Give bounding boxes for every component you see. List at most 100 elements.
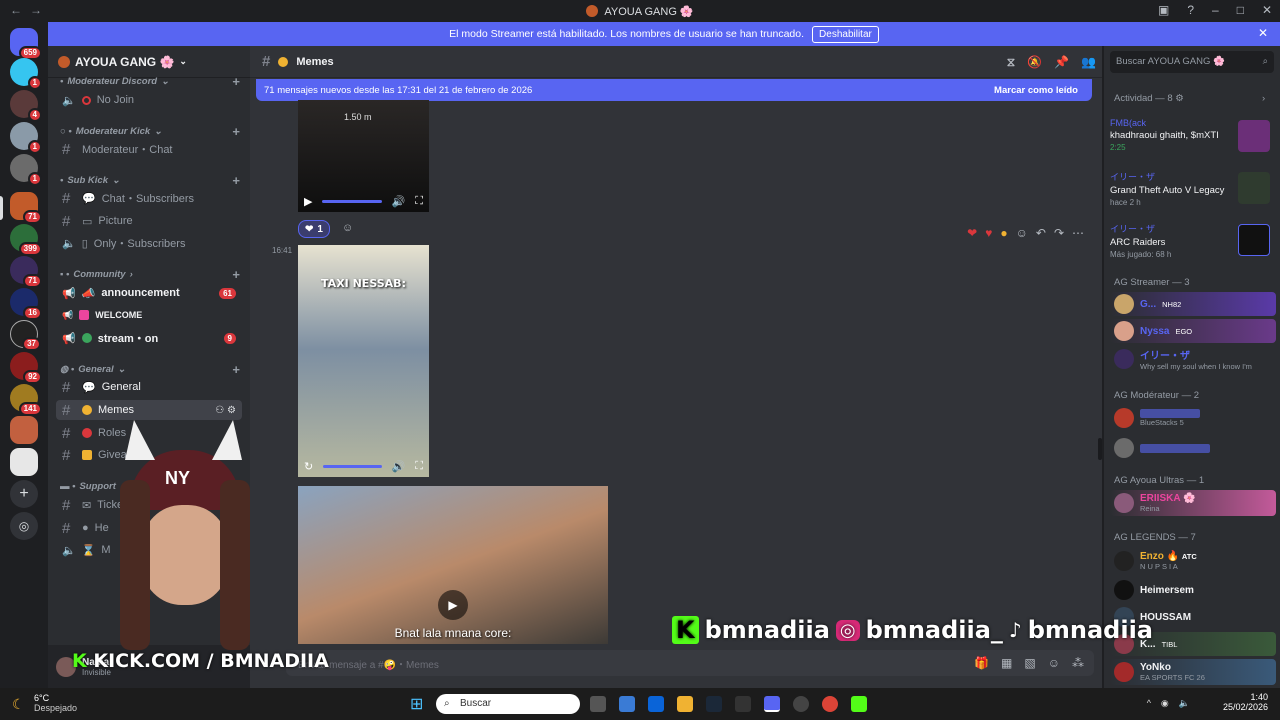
server-header[interactable]: AYOUA GANG 🌸 ⌄ ⚇: [48, 46, 287, 78]
mark-as-read-button[interactable]: Marcar como leído: [994, 85, 1078, 96]
notification-bell-icon[interactable]: 🔕: [1027, 55, 1042, 70]
reply-icon[interactable]: ↶: [1036, 226, 1046, 240]
volume-icon[interactable]: 🔊: [392, 195, 406, 208]
direct-messages-icon[interactable]: 659: [10, 28, 42, 60]
apps-icon[interactable]: ⁂: [1072, 656, 1084, 670]
volume-slider[interactable]: [322, 199, 382, 203]
volume-icon[interactable]: 🔊: [392, 460, 406, 473]
member-item[interactable]: BlueStacks 5: [1110, 405, 1276, 431]
server-search-input[interactable]: Buscar AYOUA GANG 🌸 ⌕: [1110, 51, 1274, 73]
volume-slider[interactable]: [323, 464, 382, 468]
add-channel-icon[interactable]: +: [232, 267, 240, 282]
fullscreen-icon[interactable]: ⛶: [415, 195, 423, 208]
chevron-right-icon[interactable]: ›: [1262, 93, 1265, 104]
threads-icon[interactable]: ⧖: [1007, 55, 1015, 70]
member-list-icon[interactable]: 👥: [1081, 55, 1096, 70]
channel-settings-icon[interactable]: ⚇ ⚙: [215, 405, 236, 416]
server-icon-11[interactable]: 141: [10, 384, 42, 416]
channel-welcome[interactable]: 📢 WELCOME: [56, 305, 242, 325]
member-item[interactable]: Heimersem: [1110, 578, 1276, 602]
server-icon-6[interactable]: 399: [10, 224, 42, 256]
channel-moderateur-chat[interactable]: # Moderateur・Chat: [56, 139, 242, 159]
forward-icon[interactable]: ↷: [1054, 226, 1064, 240]
add-channel-icon[interactable]: +: [232, 74, 240, 89]
channel-picture[interactable]: # ▭ Picture: [56, 211, 242, 231]
video-attachment-2[interactable]: TAXI NESSAB: ↻ 🔊 ⛶: [298, 245, 429, 477]
obs-icon[interactable]: [793, 696, 809, 712]
channel-announcement[interactable]: 📢 📣 announcement 61: [56, 283, 242, 303]
category-community[interactable]: ▪ • Community › +: [60, 267, 240, 282]
activity-card[interactable]: イリー・ザ Grand Theft Auto V Legacy hace 2 h: [1110, 170, 1274, 216]
add-reaction-icon[interactable]: ☺: [1016, 226, 1028, 240]
member-item[interactable]: G... NH82: [1110, 292, 1276, 316]
banner-close-icon[interactable]: ✕: [1258, 26, 1268, 40]
server-icon-4[interactable]: 1: [10, 154, 42, 186]
heart-emoji-icon[interactable]: ❤: [967, 226, 977, 240]
server-icon-9[interactable]: 37: [10, 320, 41, 351]
member-item[interactable]: Enzo 🔥 ATC N U P S I A: [1110, 548, 1276, 574]
live-server-icon[interactable]: [10, 448, 38, 476]
weather-widget[interactable]: 6°C Despejado: [34, 693, 77, 713]
member-item[interactable]: Nyssa EGO: [1110, 319, 1276, 343]
inbox-icon[interactable]: ▣: [1158, 3, 1169, 17]
file-explorer-icon[interactable]: [677, 696, 693, 712]
disable-streamer-button[interactable]: Deshabilitar: [812, 25, 879, 43]
play-icon[interactable]: ▶: [438, 590, 468, 620]
heart-emoji-icon[interactable]: ♥: [985, 226, 992, 240]
channel-stream-on[interactable]: 📢 stream・on 9: [56, 328, 242, 348]
store-icon[interactable]: [619, 696, 635, 712]
start-icon[interactable]: ⊞: [410, 694, 423, 714]
kick-app-icon[interactable]: [851, 696, 867, 712]
channel-memes[interactable]: # Memes ⚇ ⚙: [56, 400, 242, 420]
play-icon[interactable]: ▶: [304, 195, 312, 208]
server-icon-ayoua[interactable]: 71: [10, 192, 42, 224]
add-channel-icon[interactable]: +: [232, 362, 240, 377]
discover-icon[interactable]: ◎: [10, 512, 38, 540]
category-general[interactable]: ◍ • General ⌄ +: [60, 362, 240, 377]
maximize-button[interactable]: □: [1237, 3, 1244, 17]
laugh-emoji-icon[interactable]: ●: [1000, 226, 1007, 240]
reaction-pill[interactable]: ❤ 1: [298, 220, 330, 238]
fullscreen-icon[interactable]: ⛶: [415, 460, 423, 473]
category-mod-discord[interactable]: • Moderateur Discord ⌄ +: [60, 74, 240, 89]
sticker-icon[interactable]: ▧: [1024, 656, 1035, 670]
task-view-icon[interactable]: [590, 696, 606, 712]
help-icon[interactable]: ?: [1187, 3, 1194, 17]
weather-icon[interactable]: ☾: [12, 696, 25, 713]
add-channel-icon[interactable]: +: [232, 173, 240, 188]
member-item[interactable]: ERIISKA 🌸 Reina: [1110, 490, 1276, 516]
member-item[interactable]: イリー・ザ Why sell my soul when I know I'm: [1110, 346, 1276, 372]
server-icon-10[interactable]: 92: [10, 352, 42, 384]
pin-icon[interactable]: 📌: [1054, 55, 1069, 70]
replay-icon[interactable]: ↻: [304, 460, 313, 473]
clock[interactable]: 1:40 25/02/2026: [1223, 692, 1268, 712]
server-icon-12[interactable]: [10, 416, 38, 444]
category-sub-kick[interactable]: • Sub Kick ⌄ +: [60, 173, 240, 188]
emoji-icon[interactable]: ☺: [1048, 656, 1060, 670]
add-channel-icon[interactable]: +: [232, 124, 240, 139]
app-icon[interactable]: [735, 696, 751, 712]
history-nav[interactable]: ←→: [10, 3, 50, 17]
system-tray[interactable]: ^ ◉ 🔈: [1147, 698, 1190, 709]
category-mod-kick[interactable]: ○ • Moderateur Kick ⌄ +: [60, 124, 240, 139]
outlook-icon[interactable]: [648, 696, 664, 712]
minimize-button[interactable]: –: [1212, 3, 1219, 17]
activity-card[interactable]: FMB(ack khadhraoui ghaith, $mXTI 2:25: [1110, 118, 1274, 164]
server-icon-3[interactable]: 1: [10, 122, 42, 154]
channel-general[interactable]: # 💬 General: [56, 377, 242, 397]
taskbar-search-input[interactable]: ⌕ Buscar: [436, 694, 580, 714]
volume-icon[interactable]: 🔈: [1179, 698, 1190, 709]
message-composer[interactable]: Enviar mensaje a #🤪・Memes 🎁 ▦ ▧ ☺ ⁂: [286, 650, 1094, 676]
gift-icon[interactable]: 🎁: [974, 656, 989, 670]
scrollbar[interactable]: [1098, 438, 1102, 460]
channel-no-join[interactable]: 🔈 No Join: [56, 90, 242, 110]
activity-card[interactable]: イリー・ザ ARC Raiders Más jugado: 68 h: [1110, 222, 1274, 268]
discord-icon[interactable]: [764, 696, 780, 712]
gif-icon[interactable]: ▦: [1001, 656, 1012, 670]
member-item[interactable]: YoNko EA SPORTS FC 26: [1110, 659, 1276, 685]
channel-only-subscribers[interactable]: 🔈 ▯ Only・Subscribers: [56, 233, 242, 253]
more-icon[interactable]: ⋯: [1072, 226, 1084, 240]
add-reaction-icon[interactable]: ☺: [342, 222, 353, 234]
video-attachment-3[interactable]: ▶ Bnat lala mnana core:: [298, 486, 608, 644]
add-server-icon[interactable]: +: [10, 480, 38, 508]
